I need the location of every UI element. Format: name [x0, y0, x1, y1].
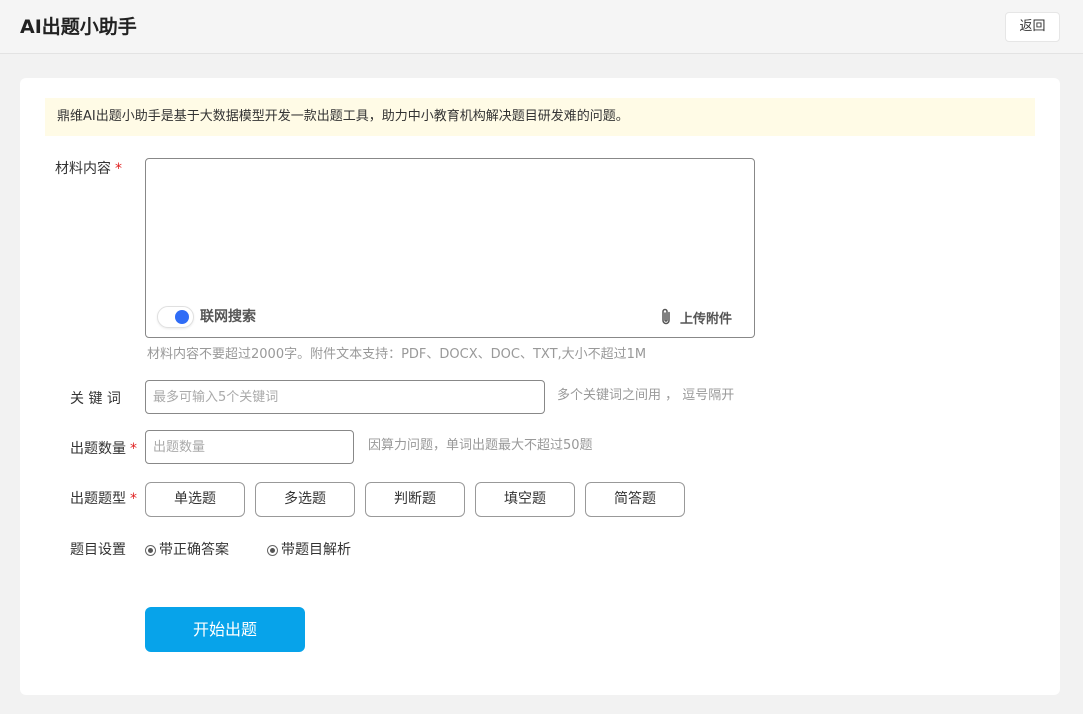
type-fill-blank-button[interactable]: 填空题: [475, 482, 575, 517]
required-mark: *: [130, 491, 137, 507]
question-type-label-text: 出题题型: [70, 491, 126, 507]
back-button[interactable]: 返回: [1005, 12, 1060, 42]
form-card: 鼎维AI出题小助手是基于大数据模型开发一款出题工具，助力中小教育机构解决题目研发…: [20, 78, 1060, 695]
notice-banner: 鼎维AI出题小助手是基于大数据模型开发一款出题工具，助力中小教育机构解决题目研发…: [45, 98, 1035, 136]
keywords-label: 关 键 词: [70, 391, 121, 407]
keywords-input[interactable]: [145, 380, 545, 414]
settings-label: 题目设置: [70, 542, 126, 558]
paperclip-icon: [662, 308, 670, 325]
required-mark: *: [130, 441, 137, 457]
question-type-label: 出题题型 *: [70, 489, 137, 509]
web-search-label: 联网搜索: [200, 309, 256, 325]
count-label-text: 出题数量: [70, 441, 126, 457]
start-generate-button[interactable]: 开始出题: [145, 607, 305, 652]
material-textarea[interactable]: [146, 159, 754, 299]
upload-label: 上传附件: [680, 311, 733, 327]
count-input[interactable]: [145, 430, 354, 464]
type-multiple-choice-button[interactable]: 多选题: [255, 482, 355, 517]
web-search-toggle[interactable]: [157, 306, 194, 328]
toggle-knob: [175, 310, 189, 324]
required-mark: *: [115, 161, 122, 177]
type-short-answer-button[interactable]: 简答题: [585, 482, 685, 517]
type-true-false-button[interactable]: 判断题: [365, 482, 465, 517]
with-analysis-option[interactable]: 带题目解析: [267, 540, 351, 560]
keywords-hint: 多个关键词之间用 ， 逗号隔开: [557, 388, 735, 403]
radio-checked-icon: [145, 544, 156, 556]
count-hint: 因算力问题，单词出题最大不超过50题: [368, 438, 593, 453]
material-label-text: 材料内容: [55, 161, 111, 177]
material-box: 联网搜索 上传附件: [145, 158, 755, 338]
with-answer-option[interactable]: 带正确答案: [145, 540, 229, 560]
app-title: AI出题小助手: [20, 16, 137, 38]
upload-attachment-button[interactable]: 上传附件: [658, 307, 732, 327]
app-header: AI出题小助手 返回: [0, 0, 1083, 54]
count-label: 出题数量 *: [70, 439, 137, 459]
material-hint: 材料内容不要超过2000字。附件文本支持：PDF、DOCX、DOC、TXT,大小…: [147, 347, 647, 362]
material-label: 材料内容 *: [55, 159, 122, 179]
radio-checked-icon: [267, 544, 278, 556]
with-analysis-label: 带题目解析: [281, 542, 351, 558]
with-answer-label: 带正确答案: [159, 542, 229, 558]
type-single-choice-button[interactable]: 单选题: [145, 482, 245, 517]
